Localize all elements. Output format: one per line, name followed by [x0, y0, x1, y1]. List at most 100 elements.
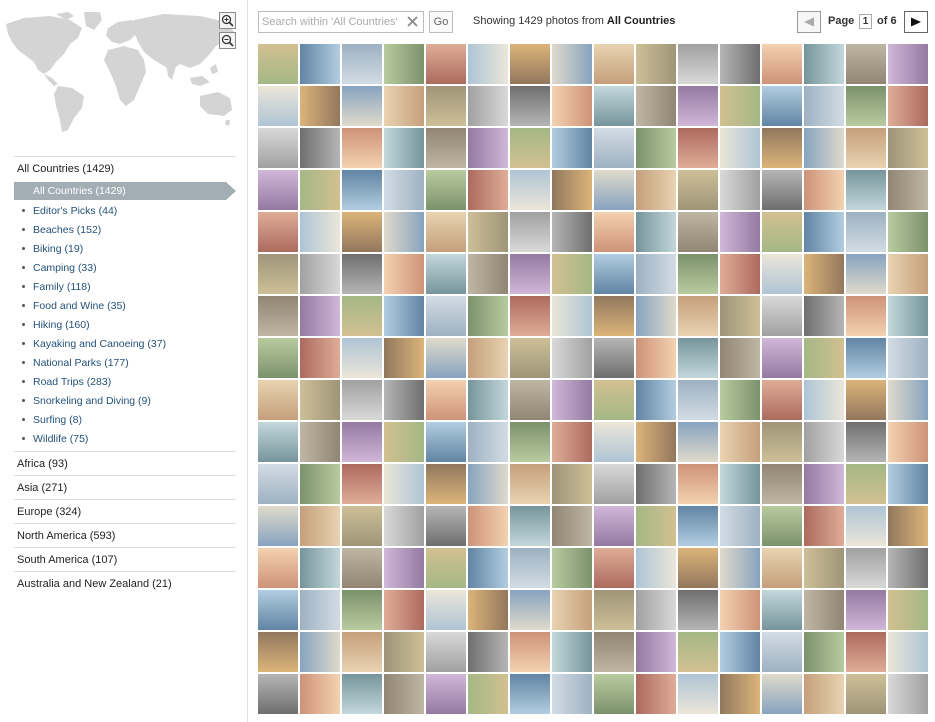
photo-thumbnail[interactable] — [678, 590, 718, 630]
photo-thumbnail[interactable] — [342, 212, 382, 252]
photo-thumbnail[interactable] — [594, 296, 634, 336]
photo-thumbnail[interactable] — [678, 674, 718, 714]
photo-thumbnail[interactable] — [888, 632, 928, 672]
category-item[interactable]: Camping (33) — [14, 259, 236, 278]
photo-thumbnail[interactable] — [636, 212, 676, 252]
photo-thumbnail[interactable] — [342, 506, 382, 546]
photo-thumbnail[interactable] — [594, 44, 634, 84]
photo-thumbnail[interactable] — [762, 380, 802, 420]
photo-thumbnail[interactable] — [258, 506, 298, 546]
photo-thumbnail[interactable] — [636, 44, 676, 84]
photo-thumbnail[interactable] — [804, 170, 844, 210]
category-item[interactable]: Family (118) — [14, 278, 236, 297]
photo-thumbnail[interactable] — [300, 44, 340, 84]
region-item[interactable]: Asia (271) — [14, 475, 236, 499]
photo-thumbnail[interactable] — [510, 128, 550, 168]
photo-thumbnail[interactable] — [762, 422, 802, 462]
photo-thumbnail[interactable] — [846, 296, 886, 336]
photo-thumbnail[interactable] — [678, 212, 718, 252]
photo-thumbnail[interactable] — [678, 170, 718, 210]
photo-thumbnail[interactable] — [258, 86, 298, 126]
photo-thumbnail[interactable] — [342, 170, 382, 210]
photo-thumbnail[interactable] — [510, 464, 550, 504]
photo-thumbnail[interactable] — [888, 422, 928, 462]
photo-thumbnail[interactable] — [384, 380, 424, 420]
photo-thumbnail[interactable] — [762, 44, 802, 84]
photo-thumbnail[interactable] — [426, 674, 466, 714]
photo-thumbnail[interactable] — [552, 464, 592, 504]
photo-thumbnail[interactable] — [804, 338, 844, 378]
photo-thumbnail[interactable] — [678, 422, 718, 462]
photo-thumbnail[interactable] — [258, 422, 298, 462]
photo-thumbnail[interactable] — [426, 632, 466, 672]
photo-thumbnail[interactable] — [510, 86, 550, 126]
zoom-out-button[interactable] — [219, 32, 236, 49]
photo-thumbnail[interactable] — [468, 128, 508, 168]
photo-thumbnail[interactable] — [300, 590, 340, 630]
photo-thumbnail[interactable] — [258, 548, 298, 588]
photo-thumbnail[interactable] — [258, 254, 298, 294]
photo-thumbnail[interactable] — [426, 590, 466, 630]
photo-thumbnail[interactable] — [846, 632, 886, 672]
photo-thumbnail[interactable] — [342, 296, 382, 336]
photo-thumbnail[interactable] — [300, 170, 340, 210]
photo-thumbnail[interactable] — [258, 296, 298, 336]
photo-thumbnail[interactable] — [552, 506, 592, 546]
photo-thumbnail[interactable] — [468, 44, 508, 84]
photo-thumbnail[interactable] — [594, 338, 634, 378]
photo-thumbnail[interactable] — [804, 380, 844, 420]
photo-thumbnail[interactable] — [636, 632, 676, 672]
previous-page-button[interactable] — [797, 11, 821, 33]
photo-thumbnail[interactable] — [510, 632, 550, 672]
category-item[interactable]: Snorkeling and Diving (9) — [14, 392, 236, 411]
photo-thumbnail[interactable] — [762, 86, 802, 126]
photo-thumbnail[interactable] — [594, 632, 634, 672]
photo-thumbnail[interactable] — [804, 674, 844, 714]
photo-thumbnail[interactable] — [720, 632, 760, 672]
photo-thumbnail[interactable] — [552, 380, 592, 420]
photo-thumbnail[interactable] — [888, 380, 928, 420]
photo-thumbnail[interactable] — [342, 86, 382, 126]
photo-thumbnail[interactable] — [510, 338, 550, 378]
photo-thumbnail[interactable] — [258, 128, 298, 168]
photo-thumbnail[interactable] — [720, 86, 760, 126]
region-item[interactable]: North America (593) — [14, 523, 236, 547]
photo-thumbnail[interactable] — [720, 548, 760, 588]
photo-thumbnail[interactable] — [888, 254, 928, 294]
photo-thumbnail[interactable] — [258, 590, 298, 630]
photo-thumbnail[interactable] — [384, 464, 424, 504]
photo-thumbnail[interactable] — [426, 170, 466, 210]
photo-thumbnail[interactable] — [384, 44, 424, 84]
photo-thumbnail[interactable] — [510, 422, 550, 462]
photo-thumbnail[interactable] — [888, 44, 928, 84]
photo-thumbnail[interactable] — [510, 44, 550, 84]
photo-thumbnail[interactable] — [258, 632, 298, 672]
photo-thumbnail[interactable] — [384, 674, 424, 714]
photo-thumbnail[interactable] — [678, 44, 718, 84]
photo-thumbnail[interactable] — [678, 380, 718, 420]
photo-thumbnail[interactable] — [552, 590, 592, 630]
photo-thumbnail[interactable] — [552, 674, 592, 714]
photo-thumbnail[interactable] — [888, 170, 928, 210]
photo-thumbnail[interactable] — [510, 548, 550, 588]
photo-thumbnail[interactable] — [888, 674, 928, 714]
photo-thumbnail[interactable] — [636, 380, 676, 420]
go-button[interactable]: Go — [429, 11, 453, 33]
photo-thumbnail[interactable] — [384, 338, 424, 378]
category-item[interactable]: Beaches (152) — [14, 221, 236, 240]
photo-thumbnail[interactable] — [846, 590, 886, 630]
region-item[interactable]: Africa (93) — [14, 451, 236, 475]
photo-thumbnail[interactable] — [384, 548, 424, 588]
photo-thumbnail[interactable] — [846, 128, 886, 168]
photo-thumbnail[interactable] — [804, 86, 844, 126]
category-item[interactable]: Hiking (160) — [14, 316, 236, 335]
photo-thumbnail[interactable] — [552, 44, 592, 84]
photo-thumbnail[interactable] — [888, 338, 928, 378]
photo-thumbnail[interactable] — [594, 506, 634, 546]
photo-thumbnail[interactable] — [720, 422, 760, 462]
photo-thumbnail[interactable] — [426, 506, 466, 546]
photo-thumbnail[interactable] — [300, 632, 340, 672]
photo-thumbnail[interactable] — [594, 590, 634, 630]
photo-thumbnail[interactable] — [552, 338, 592, 378]
photo-thumbnail[interactable] — [510, 674, 550, 714]
